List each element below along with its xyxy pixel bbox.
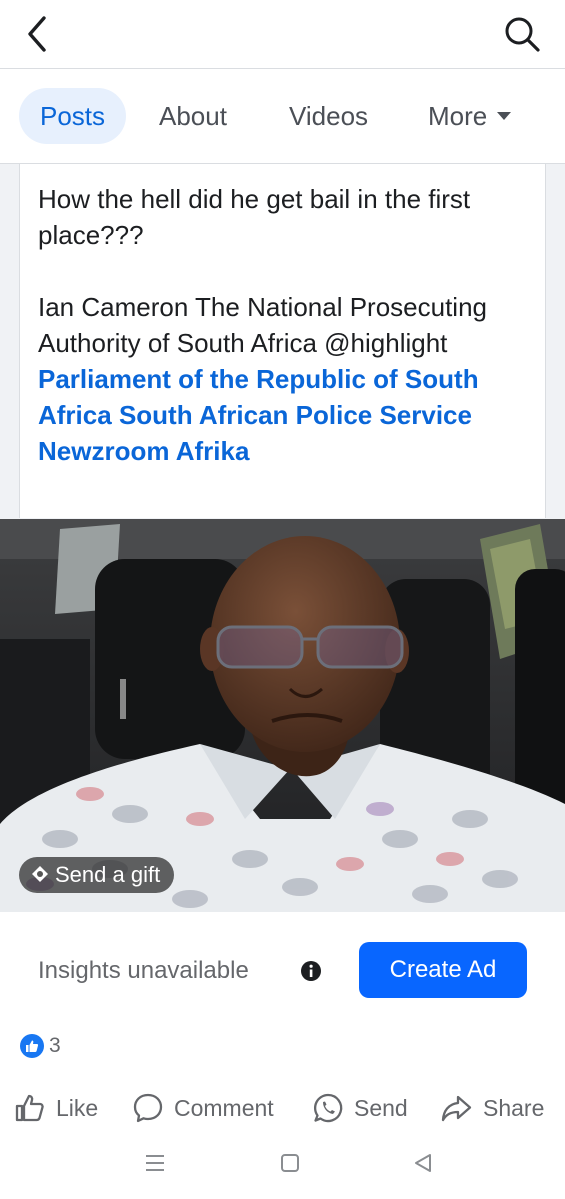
tab-about[interactable]: About (159, 88, 227, 144)
search-icon[interactable] (500, 12, 544, 56)
send-gift-button[interactable]: Send a gift (19, 857, 175, 893)
back-nav-icon[interactable] (412, 1152, 434, 1174)
tab-videos[interactable]: Videos (289, 88, 368, 144)
comment-button[interactable]: Comment (132, 1088, 287, 1128)
tab-more[interactable]: More (428, 88, 512, 144)
whatsapp-icon (313, 1093, 343, 1123)
post-mentions: Ian Cameron The National Prosecuting Aut… (38, 289, 529, 469)
caret-down-icon (497, 112, 512, 121)
system-navigation-bar (0, 1134, 565, 1199)
comment-icon (133, 1093, 163, 1123)
create-ad-button[interactable]: Create Ad (359, 942, 527, 998)
gift-icon (32, 866, 48, 883)
insights-label: Insights unavailable (38, 957, 249, 984)
comment-label: Comment (174, 1095, 274, 1121)
profile-tabs: Posts About Videos More (0, 69, 565, 164)
share-icon (441, 1095, 472, 1122)
like-button[interactable]: Like (14, 1088, 104, 1128)
post-plain-text: Ian Cameron The National Prosecuting Aut… (38, 292, 487, 358)
photo-illustration (0, 519, 565, 912)
thumbs-up-icon (15, 1094, 44, 1122)
post-text: How the hell did he get bail in the firs… (19, 164, 546, 518)
send-gift-label: Send a gift (55, 862, 161, 887)
send-label: Send (354, 1095, 408, 1121)
like-reaction-icon[interactable] (20, 1034, 44, 1058)
link-saps[interactable]: South African Police Service (119, 400, 472, 430)
reaction-count[interactable]: 3 (49, 1033, 61, 1059)
post-photo[interactable] (0, 519, 565, 912)
like-label: Like (56, 1095, 99, 1121)
menu-icon[interactable] (144, 1152, 166, 1174)
chevron-left-icon[interactable] (20, 14, 56, 54)
link-newzroom-afrika[interactable]: Newzroom Afrika (38, 436, 249, 466)
share-button[interactable]: Share (440, 1088, 550, 1128)
send-button[interactable]: Send (312, 1088, 412, 1128)
post-question: How the hell did he get bail in the firs… (38, 184, 471, 250)
info-icon[interactable] (300, 960, 322, 982)
top-bar (0, 0, 565, 69)
share-label: Share (483, 1095, 545, 1121)
tab-more-label: More (428, 101, 488, 131)
tab-posts[interactable]: Posts (19, 88, 126, 144)
home-icon[interactable] (279, 1152, 301, 1174)
